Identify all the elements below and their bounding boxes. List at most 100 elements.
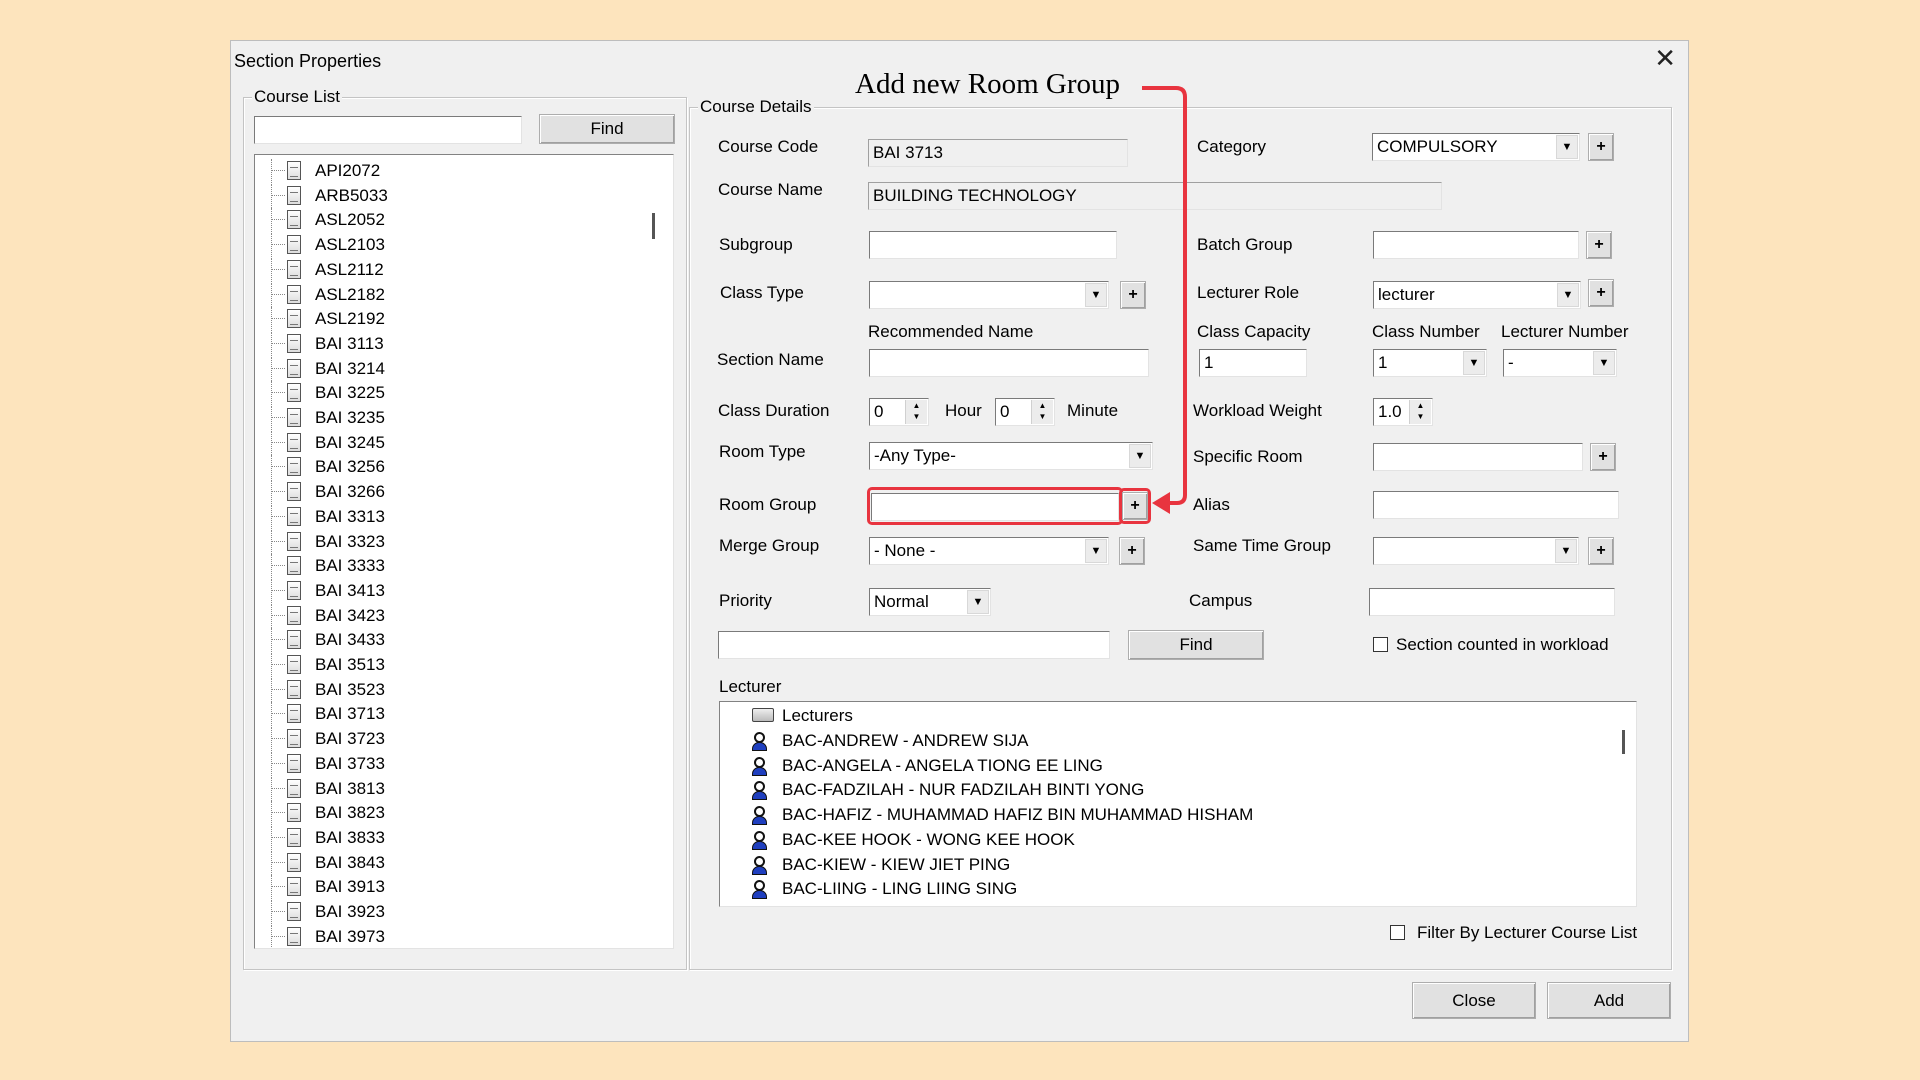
tree-connector: [271, 540, 285, 542]
add-category-button[interactable]: +: [1588, 133, 1614, 161]
lecturer-tree[interactable]: Lecturers BAC-ANDREW - ANDREW SIJA BAC-AN…: [719, 701, 1637, 907]
chevron-down-icon[interactable]: ▼: [1129, 444, 1151, 468]
course-list-item[interactable]: BAI 3923: [255, 900, 635, 924]
lecturer-role-select[interactable]: lecturer ▼: [1373, 281, 1581, 309]
spin-down-icon[interactable]: ▼: [1410, 411, 1431, 422]
spin-up-icon[interactable]: ▲: [1032, 400, 1053, 411]
chevron-down-icon[interactable]: ▼: [1556, 135, 1578, 159]
add-same-time-group-button[interactable]: +: [1588, 537, 1614, 565]
course-list-item[interactable]: BAI 3713: [255, 702, 635, 727]
duration-minutes-spinner[interactable]: 0 ▲ ▼: [995, 398, 1055, 426]
course-list-item-label: BAI 3266: [315, 482, 385, 502]
person-icon: [750, 780, 768, 801]
spin-down-icon[interactable]: ▼: [906, 411, 927, 422]
course-list-item[interactable]: BAI 3523: [255, 677, 635, 702]
add-lecturer-role-button[interactable]: +: [1588, 279, 1614, 307]
course-list-item[interactable]: ARB5033: [255, 183, 635, 208]
lecturer-tree-scrollbar[interactable]: [1622, 730, 1625, 754]
duration-hours-spinner[interactable]: 0 ▲ ▼: [869, 398, 929, 426]
chevron-down-icon[interactable]: ▼: [1085, 283, 1107, 307]
priority-select[interactable]: Normal ▼: [869, 588, 991, 616]
add-batch-group-button[interactable]: +: [1586, 231, 1612, 259]
course-list-item[interactable]: ASL2103: [255, 233, 635, 258]
close-icon[interactable]: ✕: [1654, 45, 1676, 71]
lecturer-number-select[interactable]: - ▼: [1503, 349, 1617, 377]
course-list-item[interactable]: BAI 3113: [255, 331, 635, 356]
tree-connector: [271, 367, 285, 369]
course-list-item[interactable]: ASL2182: [255, 282, 635, 307]
chevron-down-icon[interactable]: ▼: [1555, 539, 1577, 563]
course-tree-scrollbar[interactable]: [652, 213, 655, 239]
course-list-item[interactable]: ASL2112: [255, 257, 635, 282]
spin-up-icon[interactable]: ▲: [906, 400, 927, 411]
course-list-item[interactable]: BAI 3823: [255, 801, 635, 826]
merge-group-select[interactable]: - None - ▼: [869, 537, 1109, 565]
add-specific-room-button[interactable]: +: [1590, 443, 1616, 471]
same-time-group-select[interactable]: ▼: [1373, 537, 1579, 565]
lecturer-list-item-label: BAC-KIEW - KIEW JIET PING: [782, 854, 1011, 874]
add-button[interactable]: Add: [1547, 982, 1671, 1019]
section-counted-checkbox[interactable]: [1373, 637, 1388, 652]
course-list-item[interactable]: API2072: [255, 159, 635, 183]
chevron-down-icon[interactable]: ▼: [1557, 283, 1579, 307]
category-select[interactable]: COMPULSORY ▼: [1372, 133, 1580, 161]
spin-arrows-icon[interactable]: ▲ ▼: [1409, 400, 1431, 424]
chevron-down-icon[interactable]: ▼: [967, 590, 989, 614]
filter-by-lecturer-checkbox[interactable]: [1390, 925, 1405, 940]
course-list-item[interactable]: BAI 3813: [255, 776, 635, 801]
course-list-item[interactable]: ASL2052: [255, 208, 635, 233]
course-list-item[interactable]: BAI 3513: [255, 653, 635, 677]
course-search-input[interactable]: [254, 116, 522, 144]
course-list-item[interactable]: BAI 3433: [255, 628, 635, 653]
course-list-item[interactable]: BAI 3214: [255, 356, 635, 381]
course-list-item[interactable]: BAI 3973: [255, 924, 635, 948]
course-list-item[interactable]: ASL2192: [255, 307, 635, 332]
course-list-item[interactable]: BAI 3423: [255, 603, 635, 628]
spin-up-icon[interactable]: ▲: [1410, 400, 1431, 411]
chevron-down-icon[interactable]: ▼: [1085, 539, 1107, 563]
workload-weight-spinner[interactable]: 1.0 ▲ ▼: [1373, 398, 1433, 426]
specific-room-input[interactable]: [1373, 443, 1583, 471]
class-capacity-input[interactable]: 1: [1199, 349, 1307, 377]
add-class-type-button[interactable]: +: [1120, 281, 1146, 309]
course-list-item[interactable]: BAI 3733: [255, 751, 635, 776]
course-tree[interactable]: API2072 ARB5033 ASL2052 ASL2103 ASL2112 ASL21…: [254, 154, 674, 949]
course-code-field: BAI 3713: [868, 139, 1128, 167]
spin-down-icon[interactable]: ▼: [1032, 411, 1053, 422]
spin-arrows-icon[interactable]: ▲ ▼: [905, 400, 927, 424]
lecturer-find-button[interactable]: Find: [1128, 630, 1264, 660]
section-name-input[interactable]: [869, 349, 1149, 377]
spin-arrows-icon[interactable]: ▲ ▼: [1031, 400, 1053, 424]
subgroup-input[interactable]: [869, 231, 1117, 259]
close-button[interactable]: Close: [1412, 982, 1536, 1019]
course-list-item-label: BAI 3513: [315, 655, 385, 674]
specific-room-label: Specific Room: [1193, 447, 1303, 466]
course-list-item[interactable]: BAI 3266: [255, 480, 635, 505]
course-list-item[interactable]: BAI 3843: [255, 850, 635, 875]
lecturer-list-item-label: BAC-ANDREW - ANDREW SIJA: [782, 731, 1029, 750]
course-list-item[interactable]: BAI 3333: [255, 554, 635, 579]
course-list-item[interactable]: BAI 3313: [255, 504, 635, 529]
alias-input[interactable]: [1373, 491, 1619, 519]
course-list-item[interactable]: BAI 3323: [255, 529, 635, 554]
course-list-item[interactable]: BAI 3245: [255, 430, 635, 455]
class-type-select[interactable]: ▼: [869, 281, 1109, 309]
course-list-item[interactable]: BAI 3256: [255, 455, 635, 480]
lecturer-search-input[interactable]: [718, 631, 1110, 659]
category-value: COMPULSORY: [1377, 137, 1498, 156]
course-list-item[interactable]: BAI 3413: [255, 578, 635, 603]
document-icon: [287, 729, 301, 749]
chevron-down-icon[interactable]: ▼: [1463, 351, 1485, 375]
course-list-item[interactable]: BAI 3913: [255, 875, 635, 900]
class-number-select[interactable]: 1 ▼: [1373, 349, 1487, 377]
batch-group-input[interactable]: [1373, 231, 1579, 259]
course-list-item[interactable]: BAI 3833: [255, 825, 635, 850]
room-type-select[interactable]: -Any Type- ▼: [869, 442, 1153, 470]
add-merge-group-button[interactable]: +: [1119, 537, 1145, 565]
campus-input[interactable]: [1369, 588, 1615, 616]
course-list-item[interactable]: BAI 3723: [255, 727, 635, 752]
chevron-down-icon[interactable]: ▼: [1593, 351, 1615, 375]
course-list-item[interactable]: BAI 3225: [255, 381, 635, 406]
course-list-item[interactable]: BAI 3235: [255, 406, 635, 430]
course-find-button[interactable]: Find: [539, 114, 675, 144]
